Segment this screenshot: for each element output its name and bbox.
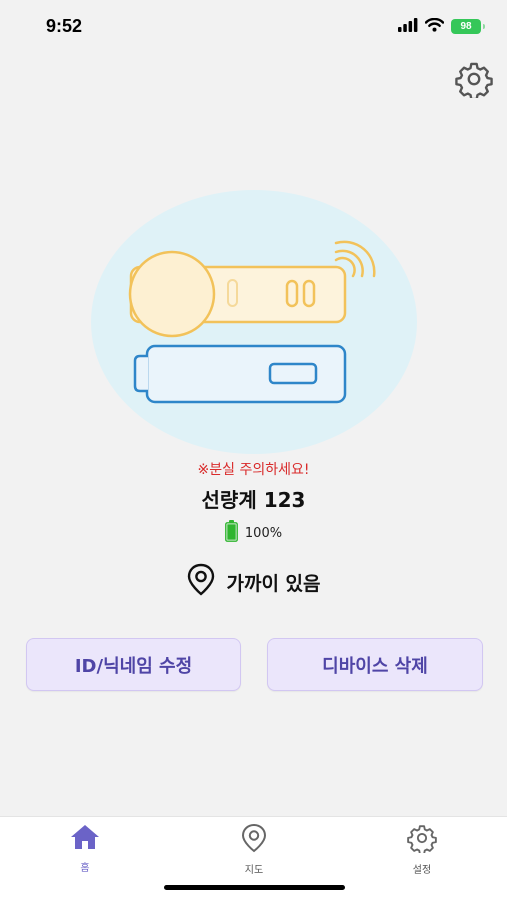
location-pin-icon — [186, 563, 216, 601]
tab-home[interactable]: 홈 — [45, 823, 125, 879]
battery-percent-text: 100% — [244, 525, 283, 541]
status-time: 9:52 — [46, 16, 83, 36]
edit-id-nickname-button[interactable]: ID/닉네임 수정 — [26, 638, 241, 691]
signal-icon — [398, 17, 418, 36]
home-icon — [69, 823, 101, 855]
proximity-status: 가까이 있음 — [0, 563, 507, 601]
device-battery: 100% — [0, 520, 507, 546]
gear-icon — [455, 62, 493, 101]
device-name: 선량계 123 — [201, 488, 306, 512]
tab-settings[interactable]: 설정 — [382, 823, 462, 879]
map-pin-icon — [240, 823, 268, 857]
loss-warning-text: ※분실 주의하세요! — [197, 462, 310, 478]
tab-map[interactable]: 지도 — [214, 823, 294, 879]
delete-device-button[interactable]: 디바이스 삭제 — [267, 638, 483, 691]
dosimeter-blue-device — [133, 344, 347, 404]
gear-icon — [407, 823, 437, 857]
tab-settings-label: 설정 — [412, 865, 432, 876]
device-illustration — [91, 190, 417, 455]
home-indicator — [164, 885, 345, 890]
status-bar: 9:52 98 — [0, 0, 507, 52]
tab-map-label: 지도 — [244, 865, 264, 876]
tab-home-label: 홈 — [80, 863, 90, 874]
settings-gear-button[interactable] — [455, 60, 493, 101]
proximity-text: 가까이 있음 — [226, 572, 321, 595]
battery-level-icon — [225, 520, 238, 546]
battery-icon: 98 — [451, 19, 485, 34]
status-icons: 98 — [398, 17, 485, 36]
wifi-icon — [424, 17, 445, 36]
